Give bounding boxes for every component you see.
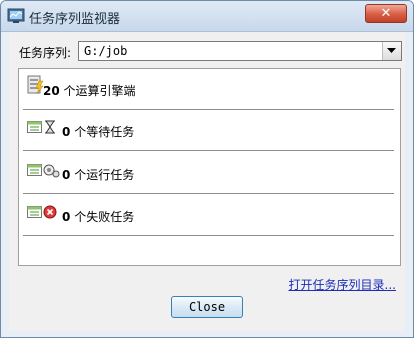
hourglass-task-icon: [27, 120, 55, 134]
close-button[interactable]: Close: [171, 296, 243, 318]
open-sequence-directory-link[interactable]: 打开任务序列目录...: [289, 276, 396, 293]
status-panel: 20 个运算引擎端 0 个等待任务 0 个运行任务 0 个失败任务: [18, 68, 401, 266]
window-client-area: 任务序列: G:/job 20 个运算引擎端 0 个等待任务 0 个运行任务 0…: [9, 32, 405, 331]
running-status-text: 0 个运行任务: [62, 166, 134, 183]
failed-status-text: 0 个失败任务: [62, 208, 134, 225]
sequence-selected-value: G:/job: [84, 44, 128, 58]
status-row-running: 0 个运行任务: [19, 153, 400, 194]
title-bar[interactable]: 任务序列监视器 ✕: [1, 1, 413, 32]
window-title: 任务序列监视器: [29, 12, 121, 27]
engines-count: 20: [43, 84, 60, 98]
running-label: 个运行任务: [74, 168, 135, 182]
status-row-engines: 20 个运算引擎端: [19, 69, 400, 110]
sequence-label: 任务序列:: [19, 46, 72, 60]
waiting-label: 个等待任务: [74, 125, 135, 139]
dropdown-arrow-icon[interactable]: [382, 42, 401, 60]
running-task-icon: [27, 164, 60, 178]
status-row-waiting: 0 个等待任务: [19, 110, 400, 151]
engines-status-text: 20 个运算引擎端: [43, 82, 136, 99]
running-count: 0: [62, 168, 71, 182]
sequence-select[interactable]: G:/job: [78, 41, 402, 61]
row-divider: [23, 150, 394, 151]
failed-count: 0: [62, 210, 71, 224]
failed-label: 个失败任务: [74, 210, 135, 224]
waiting-status-text: 0 个等待任务: [62, 123, 134, 140]
monitor-app-icon: [7, 8, 25, 23]
waiting-count: 0: [62, 125, 71, 139]
status-row-failed: 0 个失败任务: [19, 195, 400, 236]
task-monitor-window: 任务序列监视器 ✕ 任务序列: G:/job 20 个运算引擎端 0 个等待任务…: [0, 0, 414, 338]
engines-label: 个运算引擎端: [63, 84, 136, 98]
failed-task-icon: [27, 205, 57, 219]
row-divider: [23, 235, 394, 236]
row-divider: [23, 193, 394, 194]
window-close-icon[interactable]: ✕: [365, 4, 407, 23]
